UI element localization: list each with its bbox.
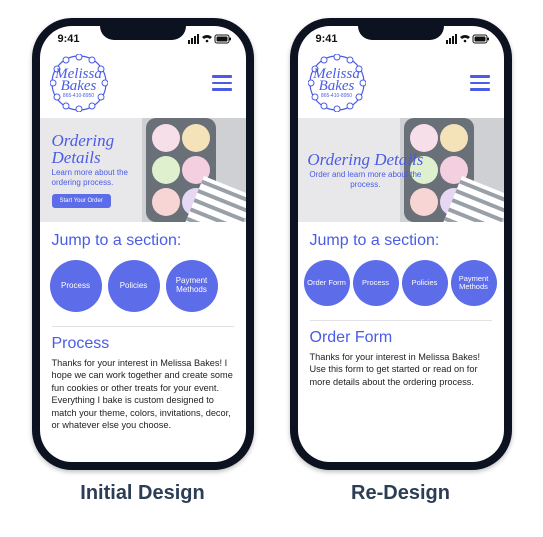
section-title-order-form: Order Form: [298, 321, 504, 351]
hero-content: Ordering Details Learn more about the or…: [40, 132, 159, 207]
logo-line2: Bakes: [55, 80, 102, 93]
phone-notch: [100, 18, 186, 40]
phone-frame-redesign: 9:41 Melissa Bakes 865-410-8950: [290, 18, 512, 470]
jump-section-title: Jump to a section:: [298, 222, 504, 256]
hero-subtitle: Learn more about the ordering process.: [52, 168, 159, 187]
logo-phone: 865-410-8950: [55, 94, 102, 98]
signal-wifi-battery-icon: [446, 34, 490, 44]
section-chips: Process Policies Payment Methods: [40, 256, 246, 320]
jump-section-title: Jump to a section:: [40, 222, 246, 256]
caption-redesign: Re-Design: [351, 482, 450, 505]
redesign-column: 9:41 Melissa Bakes 865-410-8950: [290, 18, 512, 505]
logo-badge[interactable]: Melissa Bakes 865-410-8950: [308, 54, 366, 112]
hero-banner: Ordering Details Order and learn more ab…: [298, 118, 504, 222]
logo-badge[interactable]: Melissa Bakes 865-410-8950: [50, 54, 108, 112]
status-icons: [446, 34, 490, 44]
phone-screen-redesign: 9:41 Melissa Bakes 865-410-8950: [298, 26, 504, 462]
app-header: Melissa Bakes 865-410-8950: [298, 52, 504, 118]
initial-design-column: 9:41 Melissa Bakes 865-410-8950: [32, 18, 254, 505]
phone-frame-initial: 9:41 Melissa Bakes 865-410-8950: [32, 18, 254, 470]
chip-policies[interactable]: Policies: [108, 260, 160, 312]
hero-title: Ordering Details: [306, 151, 426, 168]
app-header: Melissa Bakes 865-410-8950: [40, 52, 246, 118]
phone-notch: [358, 18, 444, 40]
status-time: 9:41: [316, 33, 338, 45]
logo-line2: Bakes: [313, 80, 360, 93]
caption-initial: Initial Design: [80, 482, 204, 505]
logo-text: Melissa Bakes 865-410-8950: [313, 68, 360, 99]
logo-text: Melissa Bakes 865-410-8950: [55, 68, 102, 99]
menu-icon[interactable]: [470, 75, 490, 91]
section-title-process: Process: [40, 327, 246, 357]
logo-phone: 865-410-8950: [313, 94, 360, 98]
chip-payment-methods[interactable]: Payment Methods: [166, 260, 218, 312]
chip-payment-methods[interactable]: Payment Methods: [451, 260, 497, 306]
chip-order-form[interactable]: Order Form: [304, 260, 350, 306]
chip-process[interactable]: Process: [353, 260, 399, 306]
start-order-button[interactable]: Start Your Order: [52, 194, 111, 208]
phone-comparison: 9:41 Melissa Bakes 865-410-8950: [32, 18, 512, 505]
phone-screen-initial: 9:41 Melissa Bakes 865-410-8950: [40, 26, 246, 462]
section-body-process: Thanks for your interest in Melissa Bake…: [40, 357, 246, 432]
chip-process[interactable]: Process: [50, 260, 102, 312]
hero-content: Ordering Details Order and learn more ab…: [298, 151, 426, 189]
status-icons: [188, 34, 232, 44]
section-body-order-form: Thanks for your interest in Melissa Bake…: [298, 351, 504, 388]
hero-title: Ordering Details: [52, 132, 159, 166]
chip-policies[interactable]: Policies: [402, 260, 448, 306]
menu-icon[interactable]: [212, 75, 232, 91]
hero-subtitle: Order and learn more about the process.: [306, 170, 426, 189]
hero-banner: Ordering Details Learn more about the or…: [40, 118, 246, 222]
status-time: 9:41: [58, 33, 80, 45]
signal-wifi-battery-icon: [188, 34, 232, 44]
section-chips: Order Form Process Policies Payment Meth…: [298, 256, 504, 314]
